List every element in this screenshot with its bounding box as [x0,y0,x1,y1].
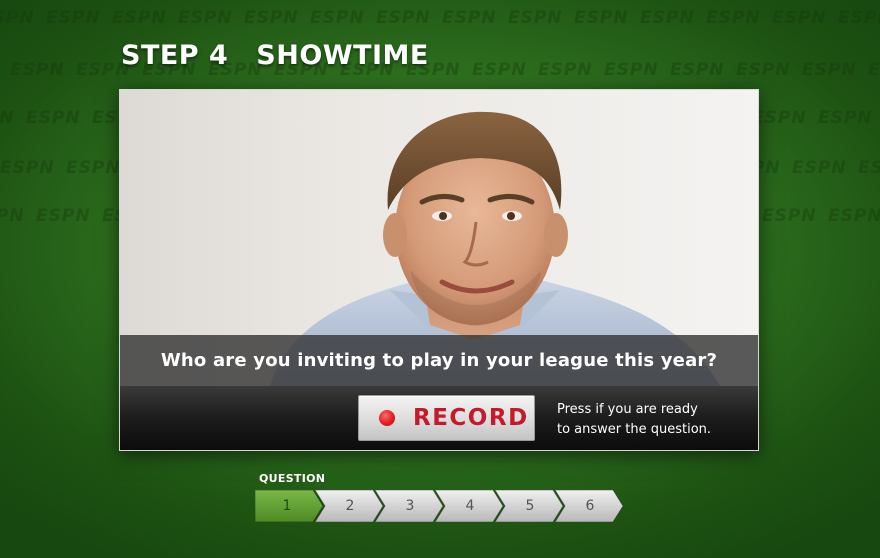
question-progress: 1 2 3 4 5 6 [255,490,627,522]
step-number: STEP 4 [121,40,229,71]
question-step-number: 2 [345,498,355,514]
espn-watermark-text: ESPN [376,8,431,28]
espn-watermark-text: ESPN [670,60,725,80]
espn-watermark-text: ESPN [310,8,365,28]
espn-watermark-text: ESPN [244,8,299,28]
espn-watermark-text: ESPN [26,108,81,128]
question-step-number: 5 [525,498,535,514]
question-bar: Who are you inviting to play in your lea… [120,335,758,386]
video-panel: Who are you inviting to play in your lea… [119,89,759,451]
question-progress-label: QUESTION [259,472,326,485]
espn-watermark-text: ESPN [36,206,91,226]
espn-watermark-text: ESPN [508,8,563,28]
espn-watermark-text: ESPN [0,108,15,128]
espn-watermark-text: ESPN [828,206,880,226]
espn-watermark-text: ESPN [46,8,101,28]
espn-watermark-text: ESPN [858,158,880,178]
espn-watermark-text: ESPN [442,8,497,28]
espn-watermark-text: ESPN [640,8,695,28]
question-step-number: 6 [585,498,595,514]
espn-watermark-text: ESPN [574,8,629,28]
espn-watermark-text: ESPN [736,60,791,80]
question-step-number: 1 [282,498,292,514]
espn-watermark-text: ESPN [0,158,55,178]
record-dot-icon [379,410,395,426]
espn-watermark-text: ESPN [792,158,847,178]
espn-watermark-text: ESPN [772,8,827,28]
record-controls: RECORD Press if you are ready to answer … [120,386,758,450]
watermark-row: ESPN ESPN ESPN ESPN ESPN ESPN ESPN ESPN ESPN ESPN… [0,8,880,28]
question-step-1[interactable]: 1 [255,490,324,522]
espn-watermark-text: ESPN [838,8,880,28]
espn-watermark-text: ESPN [10,60,65,80]
espn-watermark-text: ESPN [472,60,527,80]
video-preview: Who are you inviting to play in your lea… [120,90,758,386]
question-step-number: 3 [405,498,415,514]
question-text: Who are you inviting to play in your lea… [160,350,718,371]
espn-watermark-text: ESPN [818,108,873,128]
espn-watermark-text: ESPN [706,8,761,28]
espn-watermark-text: ESPN [112,8,167,28]
espn-watermark-text: ESPN [752,108,807,128]
espn-watermark-text: ESPN [802,60,857,80]
record-help-text: Press if you are ready to answer the que… [557,400,711,440]
espn-watermark-text: ESPN [762,206,817,226]
espn-watermark-text: ESPN [868,60,880,80]
step-name: SHOWTIME [256,40,429,71]
espn-watermark-text: ESPN [178,8,233,28]
question-step-number: 4 [465,498,475,514]
espn-watermark-text: ESPN [0,206,25,226]
help-line-1: Press if you are ready [557,402,698,417]
espn-watermark-text: ESPN [0,8,35,28]
record-button-label: RECORD [413,405,529,431]
help-line-2: to answer the question. [557,422,712,437]
record-button[interactable]: RECORD [358,395,535,441]
page-title: STEP 4 SHOWTIME [121,40,429,71]
espn-watermark-text: ESPN [604,60,659,80]
espn-watermark-text: ESPN [538,60,593,80]
